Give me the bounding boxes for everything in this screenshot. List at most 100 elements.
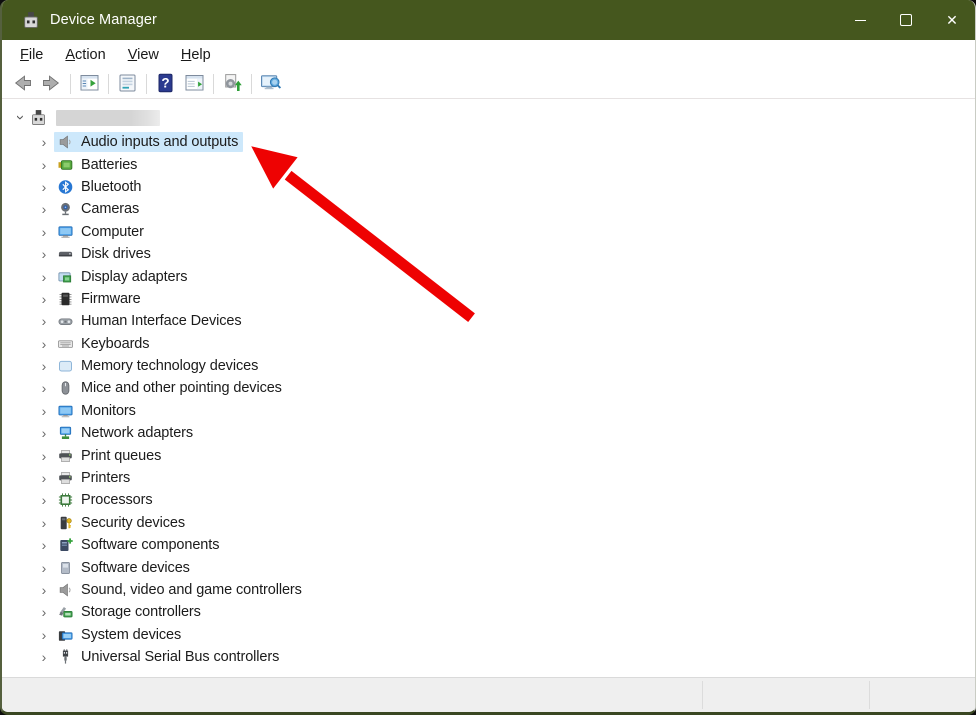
chevron-right-icon[interactable]: › bbox=[34, 314, 54, 328]
chevron-right-icon[interactable]: › bbox=[34, 583, 54, 597]
computer-icon bbox=[57, 224, 74, 240]
chevron-right-icon[interactable]: › bbox=[34, 292, 54, 306]
remote-computer-button[interactable] bbox=[256, 72, 285, 96]
toolbar-separator bbox=[146, 74, 147, 94]
chevron-right-icon[interactable]: › bbox=[34, 404, 54, 418]
memory-icon bbox=[57, 358, 74, 374]
scan-for-hardware-changes-button[interactable] bbox=[218, 72, 247, 96]
chevron-right-icon[interactable]: › bbox=[34, 426, 54, 440]
tree-item-cameras[interactable]: › Cameras bbox=[2, 198, 975, 220]
tree-item-display-adapters[interactable]: › Display adapters bbox=[2, 265, 975, 287]
tree-item-keyboards[interactable]: › Keyboards bbox=[2, 333, 975, 355]
statusbar bbox=[2, 677, 975, 712]
menu-file[interactable]: File bbox=[9, 44, 54, 66]
minimize-button[interactable] bbox=[837, 0, 883, 40]
monitor-icon bbox=[57, 403, 74, 419]
toolbar-separator bbox=[70, 74, 71, 94]
device-manager-icon bbox=[30, 109, 47, 126]
chevron-right-icon[interactable]: › bbox=[34, 337, 54, 351]
tree-item-monitors[interactable]: › Monitors bbox=[2, 400, 975, 422]
network-icon bbox=[57, 425, 74, 441]
chevron-right-icon[interactable]: › bbox=[34, 158, 54, 172]
chevron-right-icon[interactable]: › bbox=[34, 270, 54, 284]
firmware-icon bbox=[57, 291, 74, 307]
tree-item-system-devices[interactable]: › System devices bbox=[2, 624, 975, 646]
tree-item-audio-inputs-and-outputs[interactable]: › Audio inputs and outputs bbox=[2, 131, 975, 153]
tree-item-print-queues[interactable]: › Print queues bbox=[2, 444, 975, 466]
printqueue-icon bbox=[57, 448, 74, 464]
forward-arrow-icon bbox=[40, 73, 63, 96]
chevron-right-icon[interactable]: › bbox=[34, 605, 54, 619]
statusbar-divider bbox=[869, 681, 870, 709]
chevron-right-icon[interactable]: › bbox=[34, 628, 54, 642]
tree-item-universal-serial-bus-controllers[interactable]: › Universal Serial Bus controllers bbox=[2, 646, 975, 668]
tree-item-bluetooth[interactable]: › Bluetooth bbox=[2, 176, 975, 198]
sound-icon bbox=[57, 582, 74, 598]
disk-icon bbox=[57, 246, 74, 262]
storage-icon bbox=[57, 604, 74, 620]
tree-item-storage-controllers[interactable]: › Storage controllers bbox=[2, 601, 975, 623]
tree-item-memory-technology-devices[interactable]: › Memory technology devices bbox=[2, 355, 975, 377]
chevron-right-icon[interactable]: › bbox=[34, 381, 54, 395]
audio-icon bbox=[57, 134, 74, 150]
chevron-right-icon[interactable]: › bbox=[34, 650, 54, 664]
tree-item-processors[interactable]: › Processors bbox=[2, 489, 975, 511]
scan-icon bbox=[221, 73, 244, 96]
remote-icon bbox=[259, 73, 282, 96]
tree-item-software-devices[interactable]: › Software devices bbox=[2, 556, 975, 578]
chevron-right-icon[interactable]: › bbox=[34, 538, 54, 552]
chevron-right-icon[interactable]: › bbox=[34, 493, 54, 507]
chevron-right-icon[interactable]: › bbox=[34, 180, 54, 194]
close-icon: ✕ bbox=[946, 12, 958, 28]
titlebar: Device Manager ✕ bbox=[2, 0, 975, 40]
mouse-icon bbox=[57, 380, 74, 396]
tree-item-firmware[interactable]: › Firmware bbox=[2, 288, 975, 310]
chevron-down-icon[interactable]: › bbox=[10, 110, 30, 125]
chevron-right-icon[interactable]: › bbox=[34, 516, 54, 530]
chevron-right-icon[interactable]: › bbox=[34, 247, 54, 261]
security-icon bbox=[57, 515, 74, 531]
keyboard-icon bbox=[57, 336, 74, 352]
menu-help[interactable]: Help bbox=[170, 44, 222, 66]
chevron-right-icon[interactable]: › bbox=[34, 471, 54, 485]
show-action-pane-button[interactable] bbox=[180, 72, 209, 96]
svg-text:?: ? bbox=[161, 75, 169, 90]
chevron-right-icon[interactable]: › bbox=[34, 225, 54, 239]
maximize-icon bbox=[900, 14, 912, 26]
maximize-button[interactable] bbox=[883, 0, 929, 40]
back-button[interactable] bbox=[8, 72, 37, 96]
system-icon bbox=[57, 627, 74, 643]
tree-item-computer[interactable]: › Computer bbox=[2, 221, 975, 243]
tree-item-disk-drives[interactable]: › Disk drives bbox=[2, 243, 975, 265]
menu-view[interactable]: View bbox=[117, 44, 170, 66]
chevron-right-icon[interactable]: › bbox=[34, 359, 54, 373]
tree-item-printers[interactable]: › Printers bbox=[2, 467, 975, 489]
minimize-icon bbox=[854, 19, 866, 21]
chevron-right-icon[interactable]: › bbox=[34, 135, 54, 149]
chevron-right-icon[interactable]: › bbox=[34, 449, 54, 463]
usb-icon bbox=[57, 649, 74, 665]
close-button[interactable]: ✕ bbox=[929, 0, 975, 40]
chevron-right-icon[interactable]: › bbox=[34, 202, 54, 216]
chevron-right-icon[interactable]: › bbox=[34, 561, 54, 575]
tree-item-mice-and-other-pointing-devices[interactable]: › Mice and other pointing devices bbox=[2, 377, 975, 399]
help-button[interactable]: ? bbox=[151, 72, 180, 96]
properties-button[interactable] bbox=[113, 72, 142, 96]
tree-item-human-interface-devices[interactable]: › Human Interface Devices bbox=[2, 310, 975, 332]
menu-action[interactable]: Action bbox=[54, 44, 116, 66]
tree-item-software-components[interactable]: › Software components bbox=[2, 534, 975, 556]
tree-item-batteries[interactable]: › Batteries bbox=[2, 153, 975, 175]
camera-icon bbox=[57, 201, 74, 217]
toolbar-separator bbox=[213, 74, 214, 94]
tree-root-computer[interactable]: › bbox=[2, 104, 975, 131]
computer-name-redacted bbox=[56, 109, 160, 126]
forward-button[interactable] bbox=[37, 72, 66, 96]
tree-item-network-adapters[interactable]: › Network adapters bbox=[2, 422, 975, 444]
show-console-tree-button[interactable] bbox=[75, 72, 104, 96]
device-manager-icon bbox=[22, 11, 40, 29]
tree-item-security-devices[interactable]: › Security devices bbox=[2, 512, 975, 534]
processor-icon bbox=[57, 492, 74, 508]
tree-item-sound-video-and-game-controllers[interactable]: › Sound, video and game controllers bbox=[2, 579, 975, 601]
console-tree-icon bbox=[78, 73, 101, 96]
battery-icon bbox=[57, 157, 74, 173]
